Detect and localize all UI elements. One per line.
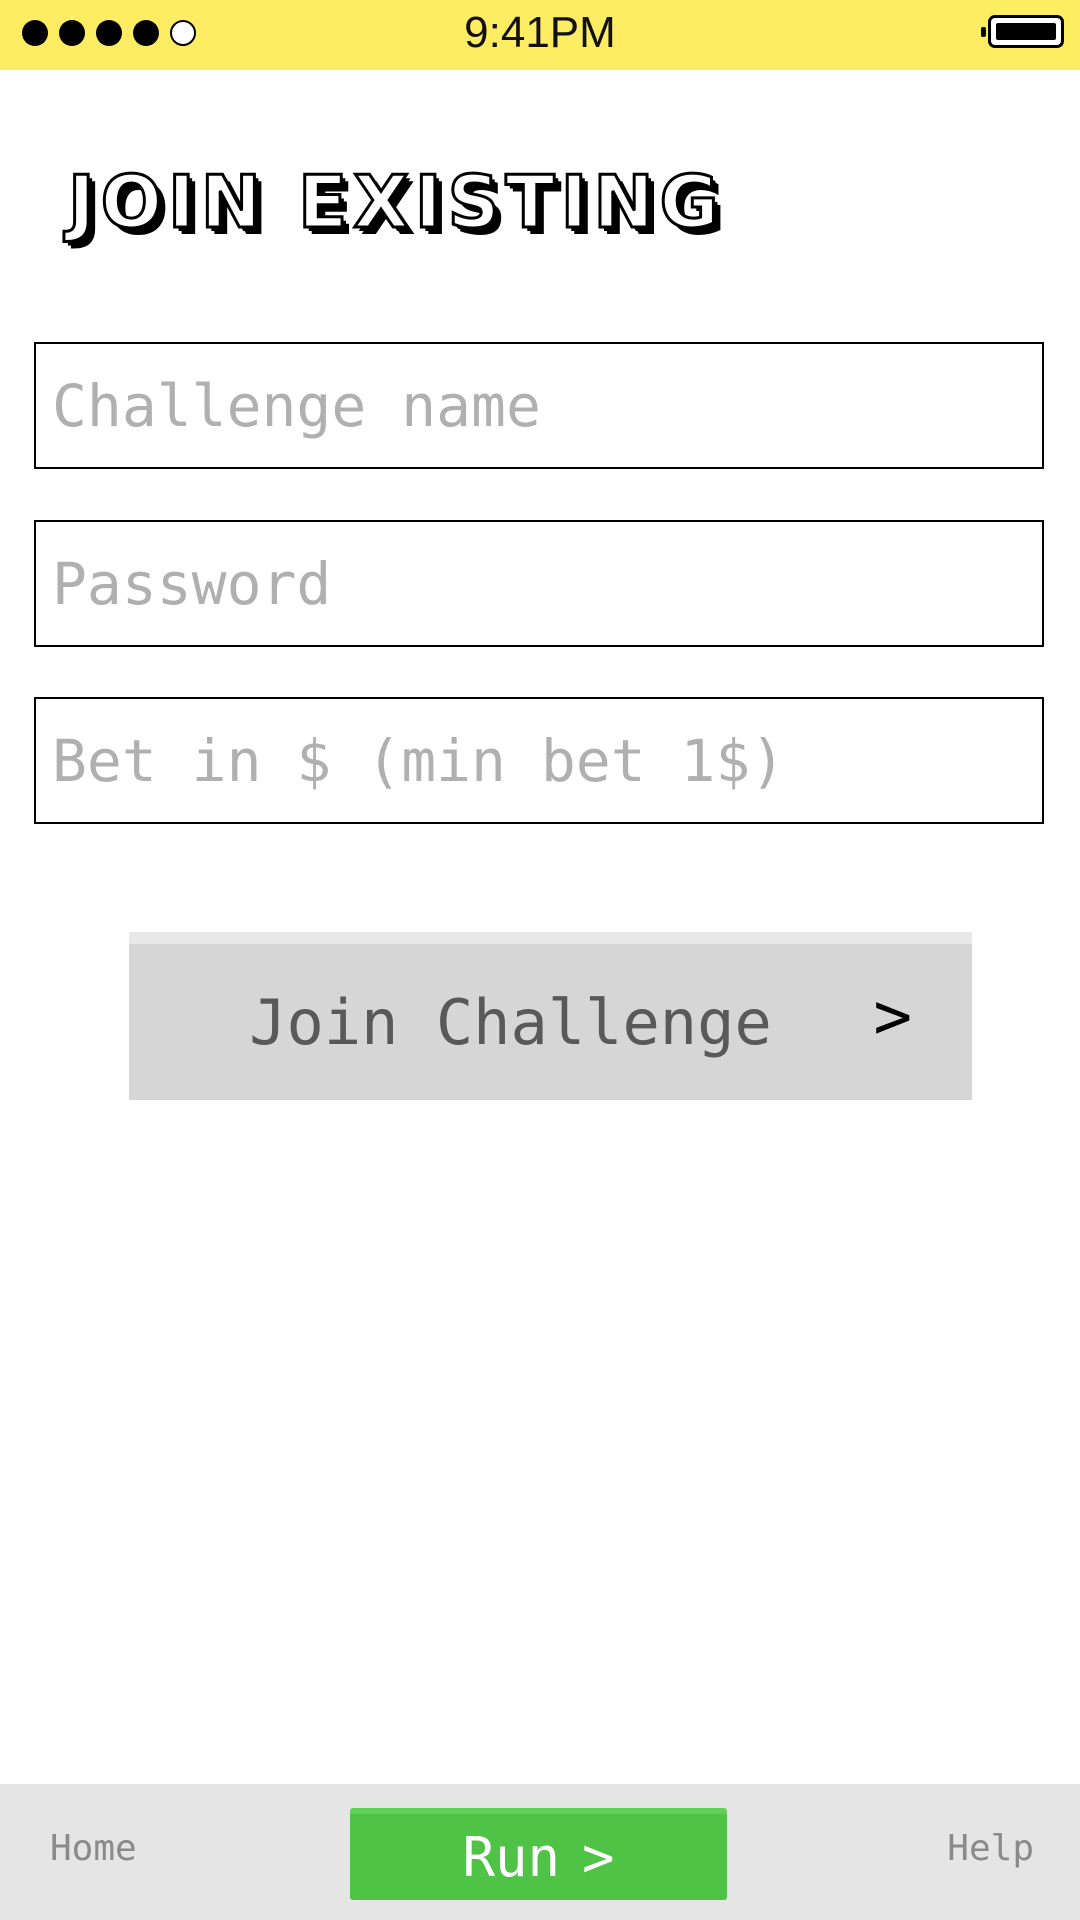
password-field[interactable]	[34, 520, 1044, 647]
page-title: JOIN EXISTING	[67, 159, 725, 246]
run-label: Run	[462, 1825, 561, 1889]
status-bar: 9:41PM	[0, 0, 1080, 70]
run-button[interactable]: Run >	[350, 1808, 727, 1900]
bottom-nav-bar: Home Run > Help	[0, 1784, 1080, 1920]
bet-field[interactable]	[34, 697, 1044, 824]
battery-fill	[996, 23, 1056, 40]
password-input[interactable]	[50, 548, 1042, 619]
home-link[interactable]: Home	[50, 1828, 137, 1869]
challenge-name-field[interactable]	[34, 342, 1044, 469]
help-link[interactable]: Help	[947, 1828, 1034, 1869]
bet-input[interactable]	[50, 725, 1042, 796]
battery-icon	[981, 15, 1064, 48]
run-chevron-icon: >	[582, 1825, 615, 1889]
battery-nub	[981, 27, 986, 37]
status-time: 9:41PM	[464, 8, 616, 57]
join-challenge-button[interactable]: Join Challenge >	[129, 932, 972, 1100]
chevron-right-icon: >	[873, 980, 912, 1054]
join-challenge-label: Join Challenge	[249, 985, 772, 1059]
challenge-name-input[interactable]	[50, 370, 1042, 441]
